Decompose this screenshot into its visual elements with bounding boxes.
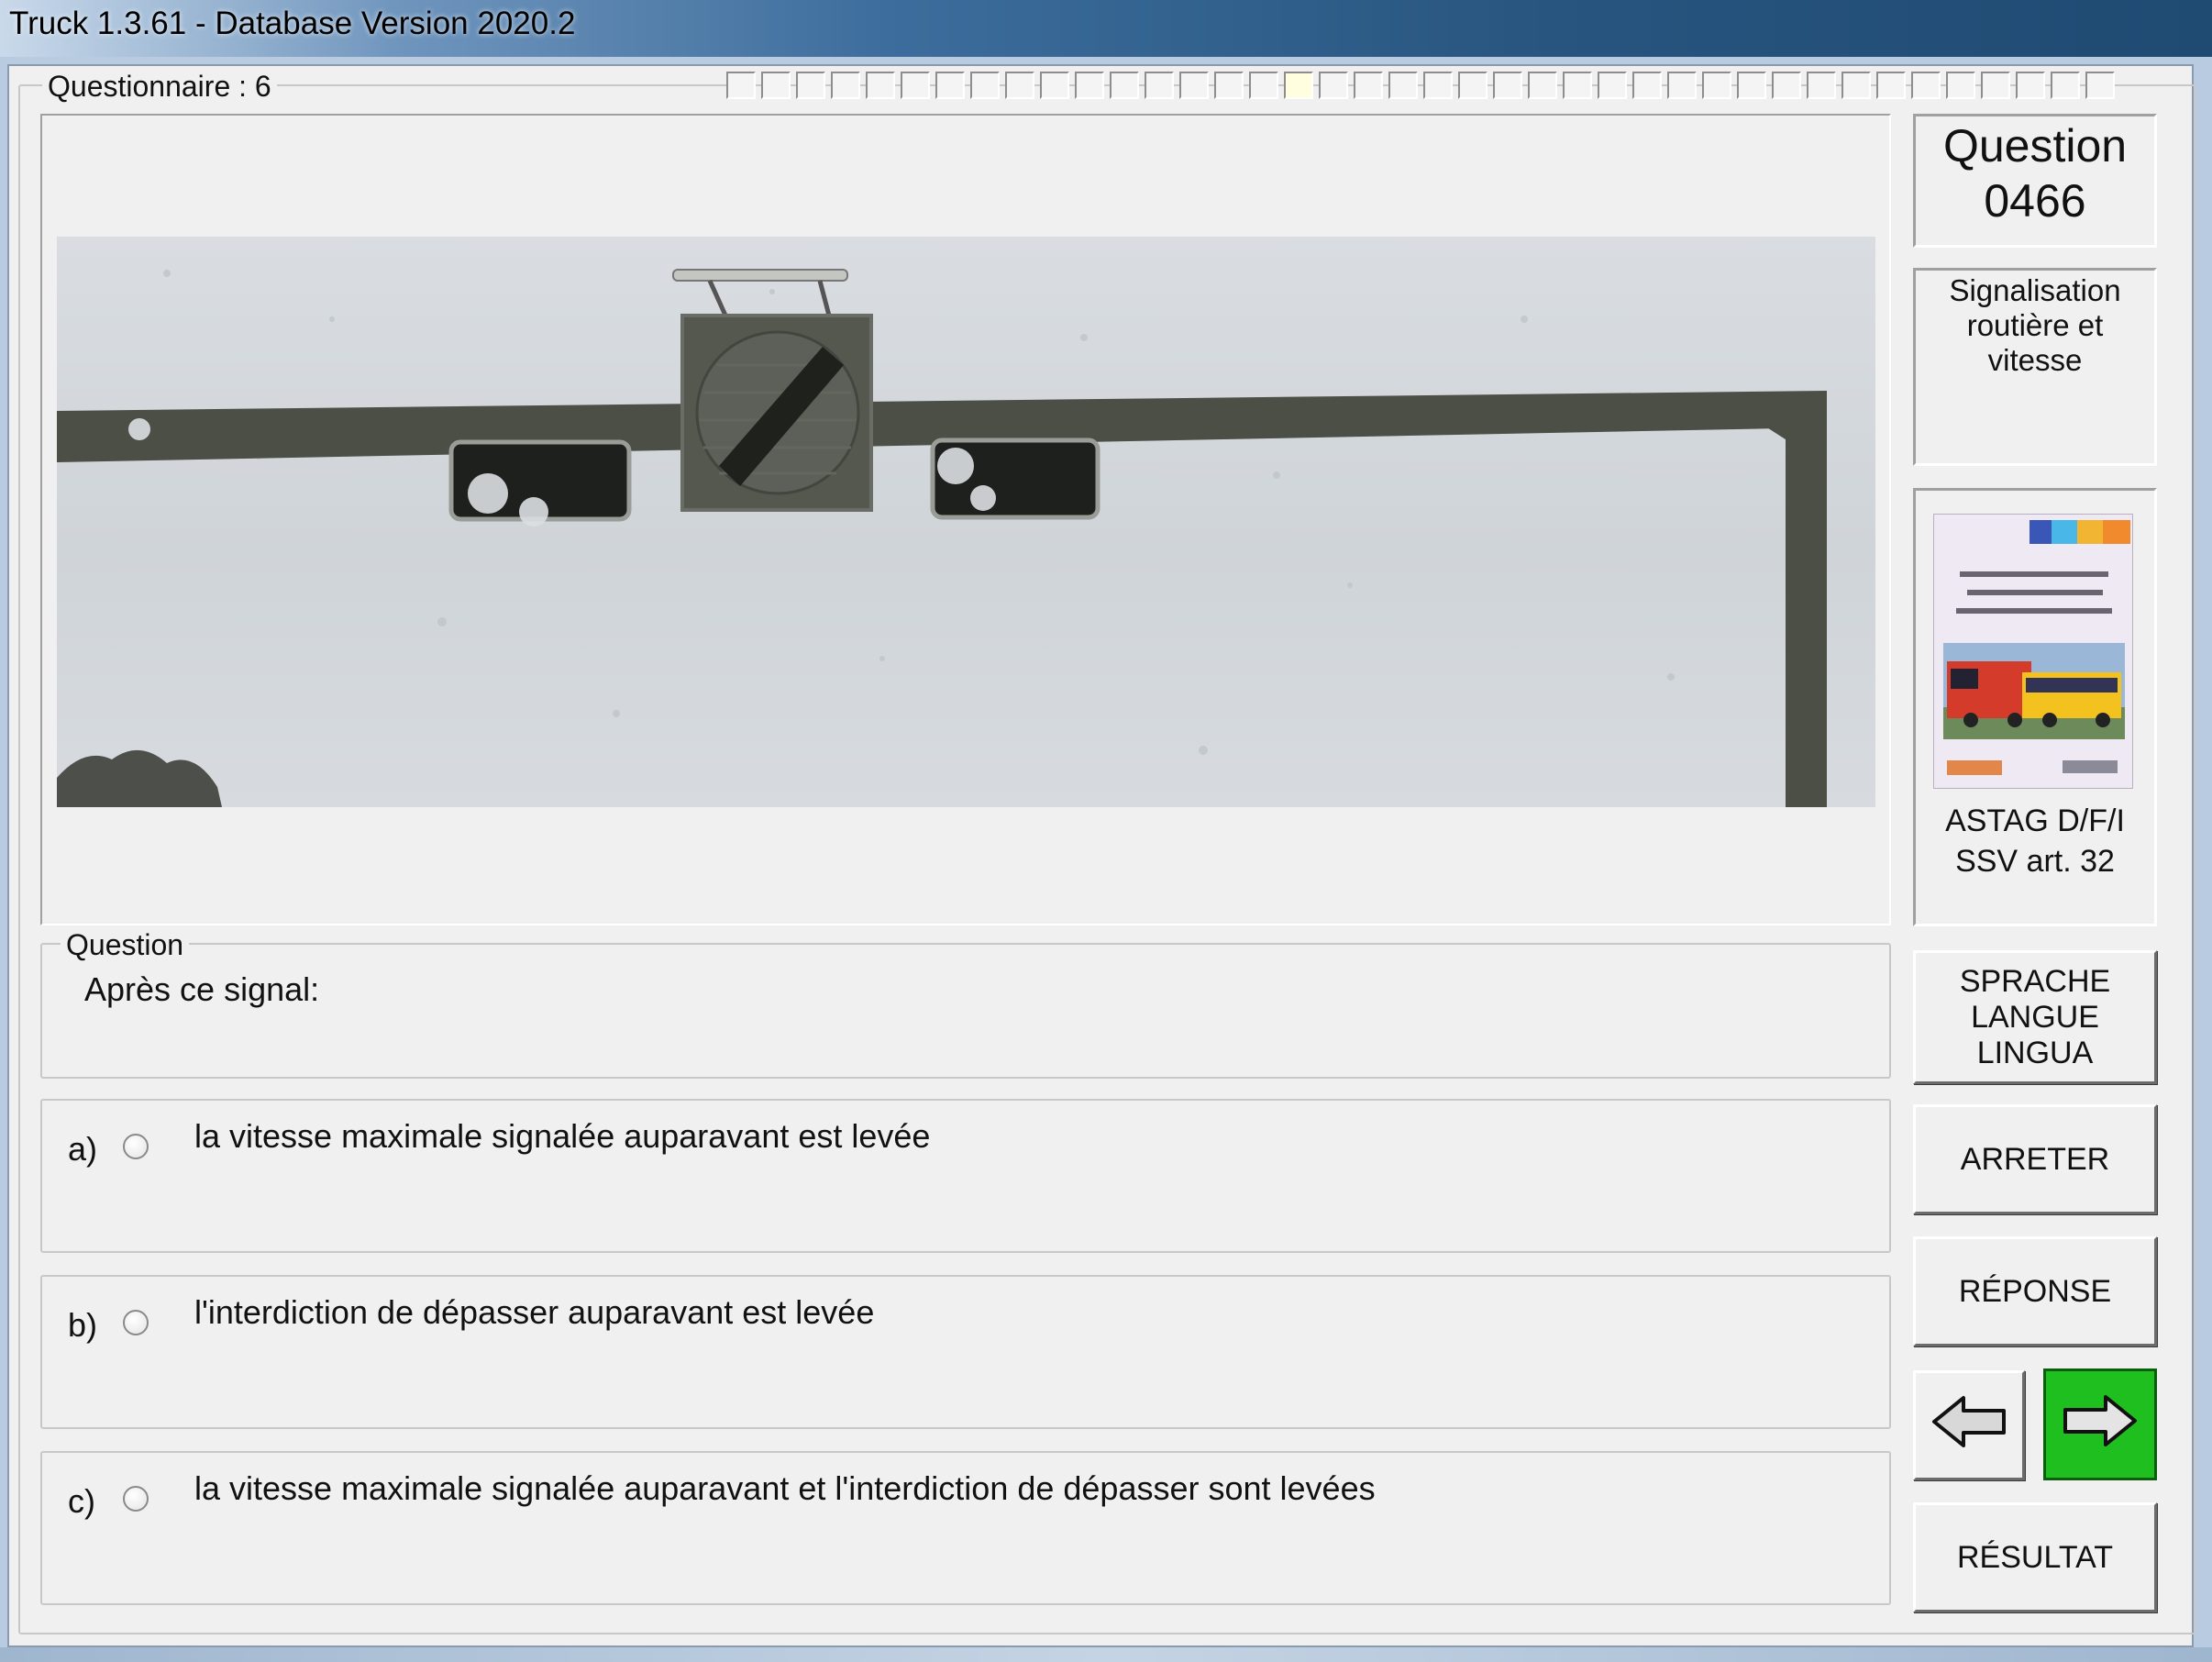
progress-cell [1876,72,1906,99]
answer-c-text: la vitesse maximale signalée auparavant … [194,1469,1376,1507]
progress-cell-current [1284,72,1313,99]
progress-cell [1423,72,1453,99]
progress-cell [1772,72,1801,99]
stop-button[interactable]: ARRETER [1913,1104,2157,1214]
next-button[interactable] [2043,1368,2157,1480]
progress-cell [2016,72,2045,99]
progress-cell [970,72,1000,99]
progress-cell [1214,72,1244,99]
result-button[interactable]: RÉSULTAT [1913,1502,2157,1612]
answer-a-radio[interactable] [123,1134,149,1159]
question-text: Après ce signal: [84,970,320,1008]
progress-cell [831,72,860,99]
answer-c-key: c) [68,1482,95,1520]
progress-cell [1145,72,1174,99]
question-progress-strip [726,72,2115,99]
progress-cell [1702,72,1731,99]
answer-button[interactable]: RÉPONSE [1913,1236,2157,1346]
progress-cell [866,72,895,99]
progress-cell [1388,72,1418,99]
answer-a-text: la vitesse maximale signalée auparavant … [194,1117,931,1155]
progress-cell [935,72,965,99]
progress-cell [1458,72,1488,99]
progress-cell [2051,72,2080,99]
answer-a-key: a) [68,1130,98,1168]
progress-cell [1179,72,1209,99]
progress-cell [1737,72,1766,99]
progress-cell [1841,72,1871,99]
arrow-left-icon [1930,1395,2007,1457]
language-label-it: LINGUA [1976,1035,2094,1070]
answer-b-key: b) [68,1306,98,1344]
progress-cell [1493,72,1522,99]
progress-cell [1632,72,1662,99]
progress-cell [1911,72,1941,99]
source-line-1: ASTAG D/F/I [1945,803,2125,838]
progress-cell [1528,72,1557,99]
progress-cell [1249,72,1278,99]
progress-cell [1005,72,1034,99]
category-text: Signalisation routière et vitesse [1949,273,2121,377]
language-button[interactable]: SPRACHE LANGUE LINGUA [1913,950,2157,1084]
book-cover-image [1933,514,2133,789]
source-line-2: SSV art. 32 [1955,844,2115,879]
question-box-label: Question [61,928,190,962]
question-number-value: 0466 [1984,175,2086,227]
question-number-title: Question [1942,120,2128,172]
progress-cell [901,72,930,99]
progress-cell [761,72,791,99]
arrow-right-icon [2062,1394,2139,1456]
progress-cell [796,72,825,99]
previous-button[interactable] [1913,1370,2025,1480]
question-photo [57,237,1875,807]
progress-cell [1563,72,1592,99]
progress-cell [1319,72,1348,99]
questionnaire-label: Questionnaire : 6 [42,70,277,104]
progress-cell [1807,72,1836,99]
progress-cell [1040,72,1069,99]
language-label-de: SPRACHE [1959,963,2111,999]
answer-b-text: l'interdiction de dépasser auparavant es… [194,1293,875,1331]
progress-cell [1354,72,1383,99]
language-label-fr: LANGUE [1971,999,2099,1035]
answer-c-radio[interactable] [123,1486,149,1512]
progress-cell [1598,72,1627,99]
window-bottom-edge [0,1647,2212,1662]
question-box [40,943,1891,1079]
progress-cell [726,72,756,99]
progress-cell [1667,72,1697,99]
progress-cell [1981,72,2010,99]
answer-b-radio[interactable] [123,1310,149,1335]
progress-cell [2085,72,2115,99]
progress-cell [1075,72,1104,99]
progress-cell [1946,72,1975,99]
window-title: Truck 1.3.61 - Database Version 2020.2 [9,6,576,41]
progress-cell [1110,72,1139,99]
